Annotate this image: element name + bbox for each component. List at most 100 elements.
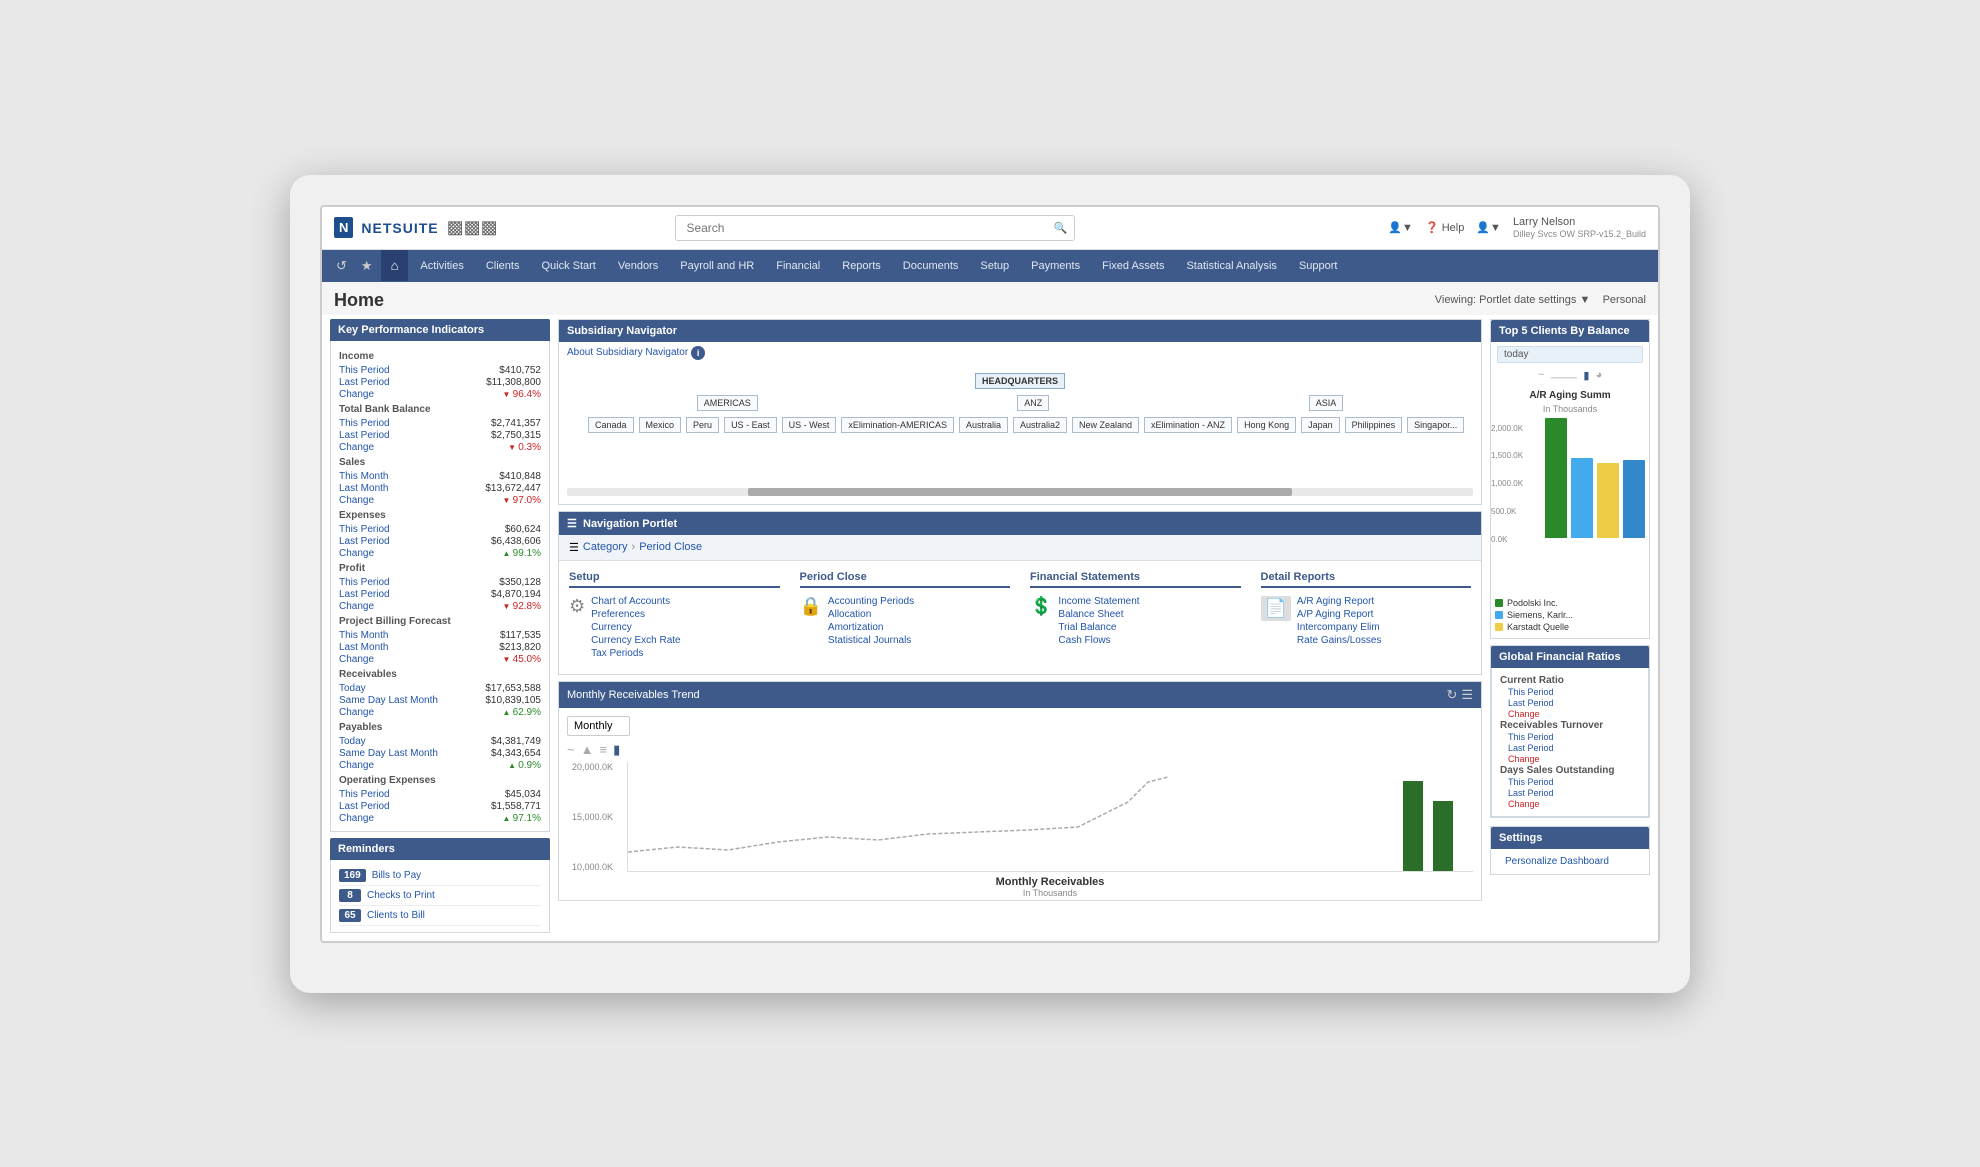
monthly-selector: Monthly [567, 716, 1473, 736]
subsidiary-scrollbar[interactable] [563, 484, 1477, 500]
japan-node[interactable]: Japan [1301, 417, 1340, 433]
period-close-category-title: Period Close [800, 571, 1011, 588]
nav-reports[interactable]: Reports [832, 252, 891, 280]
clients-to-bill-link[interactable]: Clients to Bill [367, 910, 425, 921]
peru-node[interactable]: Peru [686, 417, 719, 433]
about-subsidiary-link[interactable]: About Subsidiary Navigator i [559, 342, 1481, 364]
kpi-row: Today $4,381,749 [339, 736, 541, 747]
currency-exch-rate-link[interactable]: Currency Exch Rate [591, 635, 680, 646]
canada-node[interactable]: Canada [588, 417, 634, 433]
today-badge: today [1497, 346, 1643, 363]
nav-category-detail-reports: Detail Reports 📄 A/R Aging Report A/P Ag… [1261, 571, 1472, 664]
notifications-icon[interactable]: 👤▼ [1388, 221, 1413, 234]
nav-statistical[interactable]: Statistical Analysis [1176, 252, 1286, 280]
search-input[interactable] [675, 215, 1075, 241]
statistical-journals-link[interactable]: Statistical Journals [828, 635, 914, 646]
logo-netsuite: NETSUITE [361, 220, 438, 236]
gfr-dso-change: Change [1500, 799, 1640, 809]
bar-icon[interactable]: ▮ [1583, 369, 1589, 385]
nav-clients[interactable]: Clients [476, 252, 530, 280]
nav-home-icon[interactable]: ⌂ [381, 250, 409, 281]
nav-setup[interactable]: Setup [970, 252, 1019, 280]
balance-sheet-link[interactable]: Balance Sheet [1058, 609, 1139, 620]
line-chart-icon[interactable]: ~ [567, 742, 575, 758]
chart-of-accounts-link[interactable]: Chart of Accounts [591, 596, 680, 607]
us-east-node[interactable]: US - East [724, 417, 777, 433]
ap-aging-report-link[interactable]: A/P Aging Report [1297, 609, 1382, 620]
reminder-checks: 8 Checks to Print [339, 886, 541, 906]
intercompany-elim-link[interactable]: Intercompany Elim [1297, 622, 1382, 633]
table-icon[interactable]: ≡ [599, 742, 607, 758]
cash-flows-link[interactable]: Cash Flows [1058, 635, 1139, 646]
user-icon[interactable]: 👤▼ [1476, 221, 1501, 234]
search-icon[interactable]: 🔍 [1054, 221, 1068, 234]
kpi-opex-title: Operating Expenses [339, 775, 541, 786]
australia2-node[interactable]: Australia2 [1013, 417, 1067, 433]
nav-quickstart[interactable]: Quick Start [531, 252, 605, 280]
kpi-row: Change 62.9% [339, 707, 541, 718]
kpi-profit-title: Profit [339, 563, 541, 574]
americas-node[interactable]: AMERICAS [697, 395, 758, 411]
filter-icon[interactable]: ⸻ [1550, 369, 1577, 385]
ph-node[interactable]: Philippines [1345, 417, 1403, 433]
page-title: Home [334, 290, 384, 311]
reminders-widget: Reminders 169 Bills to Pay 8 Checks to P… [330, 838, 550, 933]
refresh-icon[interactable]: ↻ [1446, 687, 1457, 703]
allocation-link[interactable]: Allocation [828, 609, 914, 620]
currency-link[interactable]: Currency [591, 622, 680, 633]
xelim-americas-node[interactable]: xElimination-AMERICAS [841, 417, 954, 433]
us-west-node[interactable]: US - West [782, 417, 837, 433]
rate-gains-losses-link[interactable]: Rate Gains/Losses [1297, 635, 1382, 646]
trial-balance-link[interactable]: Trial Balance [1058, 622, 1139, 633]
ar-aging-report-link[interactable]: A/R Aging Report [1297, 596, 1382, 607]
chart-subtitle: In Thousands [627, 888, 1473, 898]
detail-reports-category-title: Detail Reports [1261, 571, 1472, 588]
help-icon[interactable]: ❓ Help [1425, 221, 1464, 234]
sg-node[interactable]: Singapor... [1407, 417, 1464, 433]
asia-node[interactable]: ASIA [1309, 395, 1344, 411]
search-bar[interactable]: 🔍 [675, 215, 1075, 241]
period-select[interactable]: Monthly [567, 716, 630, 736]
line-icon[interactable]: ~ [1538, 369, 1544, 385]
hq-node[interactable]: HEADQUARTERS [975, 373, 1065, 389]
nav-activities[interactable]: Activities [410, 252, 473, 280]
kpi-pay-title: Payables [339, 722, 541, 733]
nav-financial[interactable]: Financial [766, 252, 830, 280]
bills-to-pay-link[interactable]: Bills to Pay [372, 870, 421, 881]
preferences-link[interactable]: Preferences [591, 609, 680, 620]
nav-documents[interactable]: Documents [893, 252, 969, 280]
personalize-dashboard-link[interactable]: Personalize Dashboard [1497, 853, 1643, 870]
logo-area: N NETSUITE ▩▩▩ [334, 217, 514, 238]
breadcrumb-period-close[interactable]: Period Close [639, 541, 702, 553]
nav-back-icon[interactable]: ↺ [330, 250, 353, 282]
breadcrumb-category[interactable]: Category [583, 541, 628, 553]
menu-icon[interactable]: ☰ [1461, 687, 1473, 703]
xelim-anz-node[interactable]: xElimination - ANZ [1144, 417, 1232, 433]
bar-podolski [1545, 418, 1567, 538]
kpi-row: Change 45.0% [339, 654, 541, 665]
area-chart-icon[interactable]: ▲ [581, 742, 594, 758]
pie-icon[interactable]: ◕ [1595, 369, 1602, 385]
income-statement-link[interactable]: Income Statement [1058, 596, 1139, 607]
mexico-node[interactable]: Mexico [639, 417, 682, 433]
kpi-row: This Period $410,752 [339, 365, 541, 376]
bar-chart-icon[interactable]: ▮ [613, 742, 620, 758]
navigation-portlet-widget: ☰ Navigation Portlet ☰ Category › Period… [558, 511, 1482, 675]
nav-payments[interactable]: Payments [1021, 252, 1090, 280]
amortization-link[interactable]: Amortization [828, 622, 914, 633]
tax-periods-link[interactable]: Tax Periods [591, 648, 680, 659]
viewing-label: Viewing: Portlet date settings ▼ Persona… [1435, 294, 1646, 306]
accounting-periods-link[interactable]: Accounting Periods [828, 596, 914, 607]
gfr-header: Global Financial Ratios [1491, 646, 1649, 668]
hk-node[interactable]: Hong Kong [1237, 417, 1296, 433]
australia-node[interactable]: Australia [959, 417, 1008, 433]
nav-support[interactable]: Support [1289, 252, 1348, 280]
nav-fixed-assets[interactable]: Fixed Assets [1092, 252, 1174, 280]
anz-node[interactable]: ANZ [1017, 395, 1049, 411]
checks-to-print-link[interactable]: Checks to Print [367, 890, 435, 901]
subsidiary-navigator-header: Subsidiary Navigator [559, 320, 1481, 342]
nav-payroll[interactable]: Payroll and HR [670, 252, 764, 280]
nav-vendors[interactable]: Vendors [608, 252, 668, 280]
nz-node[interactable]: New Zealand [1072, 417, 1139, 433]
nav-star-icon[interactable]: ★ [355, 250, 379, 282]
